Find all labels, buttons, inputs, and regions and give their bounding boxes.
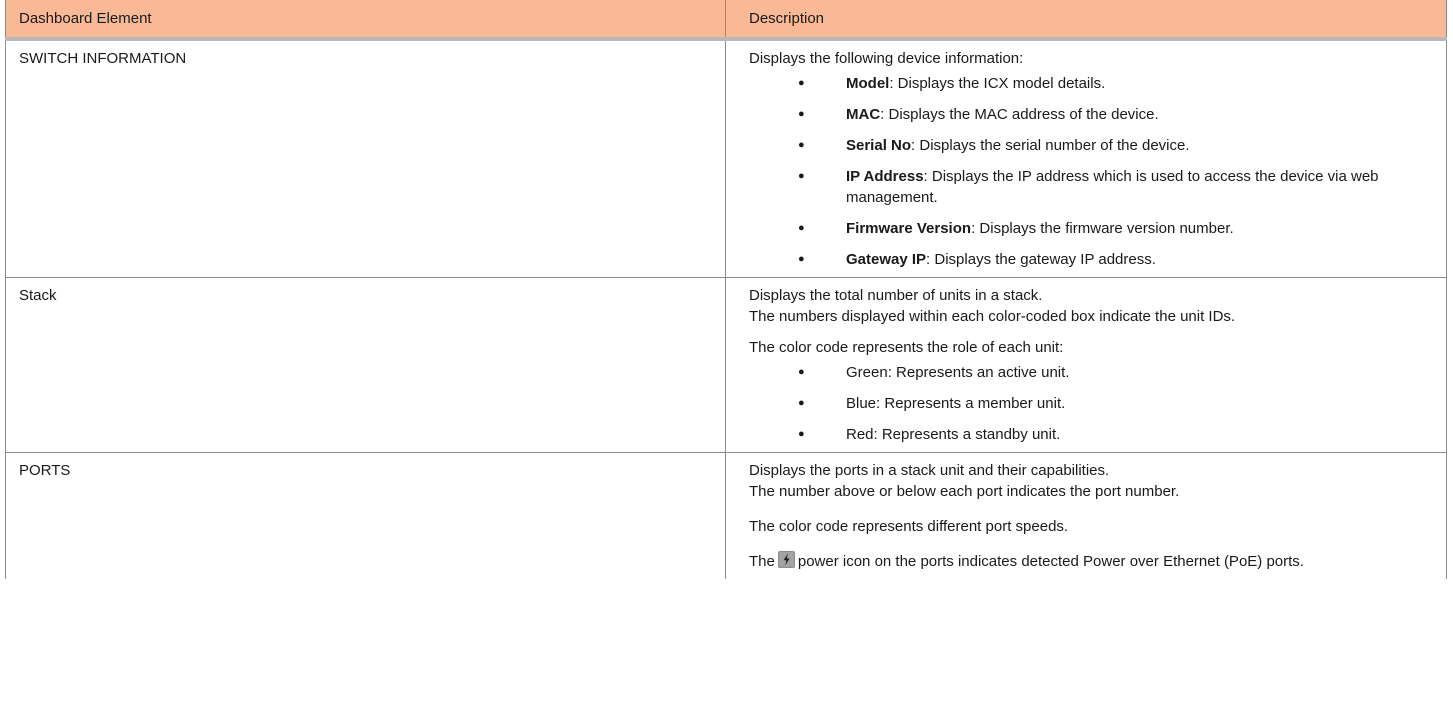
- bullet-term: Gateway IP: [846, 251, 927, 268]
- bullet-icon: ●: [798, 108, 805, 120]
- bullet-term: Model: [846, 75, 890, 92]
- bullet-list: ● Model: Displays the ICX model details. …: [749, 73, 1436, 270]
- description-paragraph: Displays the total number of units in a …: [749, 285, 1436, 327]
- description-line: The numbers displayed within each color-…: [749, 308, 1236, 325]
- description-paragraph: Displays the ports in a stack unit and t…: [749, 460, 1436, 502]
- list-item: ● IP Address: Displays the IP address whi…: [749, 166, 1436, 208]
- bullet-text: : Displays the firmware version number.: [971, 220, 1234, 237]
- bullet-text: : Displays the IP address which is used …: [846, 168, 1379, 206]
- table-row: PORTS Displays the ports in a stack unit…: [5, 452, 1447, 579]
- description-paragraph: The power icon on the ports indicates det…: [749, 551, 1436, 572]
- list-item: ● MAC: Displays the MAC address of the de…: [749, 104, 1436, 125]
- list-item: ● Blue: Represents a member unit.: [749, 393, 1436, 414]
- description-cell-stack: Displays the total number of units in a …: [725, 277, 1447, 453]
- bullet-term: Serial No: [846, 137, 912, 154]
- list-item: ● Serial No: Displays the serial number o…: [749, 135, 1436, 156]
- description-cell-ports: Displays the ports in a stack unit and t…: [725, 452, 1447, 579]
- element-cell-switch-information: SWITCH INFORMATION: [5, 39, 726, 278]
- bullet-text: Green: Represents an active unit.: [846, 364, 1070, 381]
- description-line: Displays the ports in a stack unit and t…: [749, 462, 1110, 479]
- description-line: Displays the total number of units in a …: [749, 287, 1043, 304]
- bullet-term: Firmware Version: [846, 220, 972, 237]
- bullet-icon: ●: [798, 170, 805, 182]
- bullet-text: Blue: Represents a member unit.: [846, 395, 1066, 412]
- bullet-icon: ●: [798, 139, 805, 151]
- bullet-text: : Displays the serial number of the devi…: [911, 137, 1190, 154]
- list-item: ● Firmware Version: Displays the firmware…: [749, 218, 1436, 239]
- header-description: Description: [725, 0, 1447, 41]
- bullet-icon: ●: [798, 222, 805, 234]
- list-item: ● Gateway IP: Displays the gateway IP add…: [749, 249, 1436, 270]
- bullet-icon: ●: [798, 366, 805, 378]
- bullet-text: : Displays the gateway IP address.: [926, 251, 1156, 268]
- bullet-text: : Displays the ICX model details.: [889, 75, 1106, 92]
- element-cell-ports: PORTS: [5, 452, 726, 579]
- bullet-icon: ●: [798, 77, 805, 89]
- bullet-icon: ●: [798, 397, 805, 409]
- list-item: ● Red: Represents a standby unit.: [749, 424, 1436, 445]
- dashboard-elements-table: Dashboard Element Description SWITCH INF…: [5, 0, 1447, 579]
- description-paragraph: The color code represents different port…: [749, 518, 1069, 535]
- power-icon: [777, 551, 795, 568]
- list-item: ● Green: Represents an active unit.: [749, 362, 1436, 383]
- description-cell-switch-information: Displays the following device informatio…: [725, 39, 1447, 278]
- bullet-text: Red: Represents a standby unit.: [846, 426, 1061, 443]
- table-row: SWITCH INFORMATION Displays the followin…: [5, 39, 1447, 278]
- description-paragraph: The color code represents the role of ea…: [749, 339, 1064, 356]
- header-dashboard-element: Dashboard Element: [5, 0, 726, 41]
- table-header-row: Dashboard Element Description: [5, 0, 1447, 41]
- description-text: power icon on the ports indicates detect…: [797, 553, 1304, 570]
- bullet-text: : Displays the MAC address of the device…: [880, 106, 1159, 123]
- bullet-term: MAC: [846, 106, 881, 123]
- bullet-list: ● Green: Represents an active unit. ● Blue…: [749, 362, 1436, 445]
- element-cell-stack: Stack: [5, 277, 726, 453]
- list-item: ● Model: Displays the ICX model details.: [749, 73, 1436, 94]
- description-line: The number above or below each port indi…: [749, 483, 1180, 500]
- table-row: Stack Displays the total number of units…: [5, 277, 1447, 453]
- description-intro: Displays the following device informatio…: [749, 50, 1024, 67]
- description-text: The: [749, 553, 775, 570]
- bullet-icon: ●: [798, 253, 805, 265]
- bullet-icon: ●: [798, 428, 805, 440]
- bullet-term: IP Address: [846, 168, 924, 185]
